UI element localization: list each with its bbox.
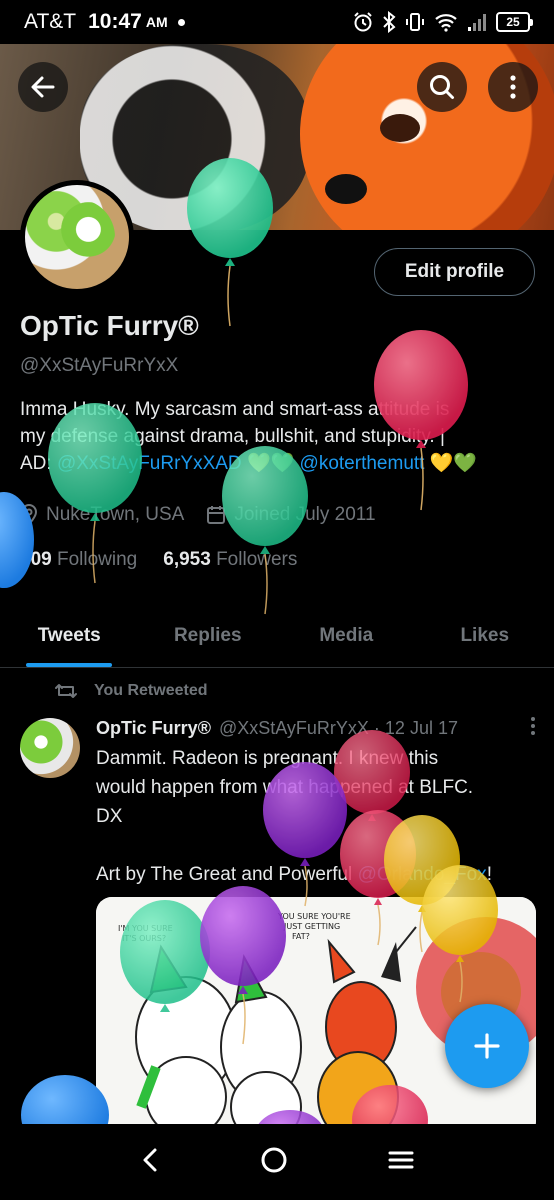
back-button[interactable]: [18, 62, 68, 112]
battery-indicator: 25: [496, 12, 533, 32]
bio-link-koter[interactable]: @koterthemutt: [300, 453, 425, 474]
nav-menu-button[interactable]: [387, 1148, 415, 1177]
tweet-avatar[interactable]: [20, 718, 80, 778]
tweet-mention-link[interactable]: @Orlando_Fox: [358, 864, 487, 885]
nav-back-button[interactable]: [139, 1146, 161, 1179]
retweet-indicator: You Retweeted: [54, 681, 208, 701]
location-item: NukeTown, USA: [20, 504, 184, 526]
banner-fox-eye: [380, 114, 420, 142]
compose-tweet-button[interactable]: [445, 1004, 529, 1088]
avatar-image: [39, 199, 115, 275]
joined-text: Joined July 2011: [234, 504, 376, 525]
bio-hearts-2: 💛💚: [429, 453, 478, 474]
tab-media[interactable]: Media: [277, 604, 416, 667]
more-options-button[interactable]: [488, 62, 538, 112]
nav-home-icon: [261, 1147, 287, 1172]
retweet-icon: [55, 684, 77, 698]
carrier-label: AT&T: [24, 10, 77, 33]
profile-bio: Imma Husky. My sarcasm and smart-ass att…: [20, 396, 540, 477]
more-vertical-icon: [510, 75, 516, 99]
arrow-left-icon: [31, 76, 55, 98]
nav-menu-icon: [388, 1151, 414, 1168]
plus-icon: [474, 1033, 500, 1059]
bio-ad-label: AD:: [20, 453, 57, 474]
follow-stats: 309 Following 6,953 Followers: [20, 549, 297, 571]
followers-count: 6,953: [163, 549, 211, 570]
more-vertical-icon: [531, 717, 535, 735]
bio-link-ad[interactable]: @XxStAyFuRrYxXAD: [57, 453, 242, 474]
notification-dot-icon: [177, 18, 185, 26]
bio-hearts-1: 💛💚: [246, 453, 295, 474]
following-label: Following: [56, 549, 138, 570]
following-link[interactable]: 309 Following: [20, 549, 137, 571]
alarm-icon: [354, 12, 372, 32]
profile-handle: @XxStAyFuRrYxX: [20, 355, 179, 376]
banner-husky-nose: [325, 174, 367, 204]
search-icon: [430, 75, 454, 99]
followers-link[interactable]: 6,953 Followers: [163, 549, 297, 571]
location-pin-icon: [20, 504, 38, 526]
tweet-header: OpTic Furry® @XxStAyFuRrYxX · 12 Jul 17: [96, 716, 536, 741]
bluetooth-icon: [383, 11, 396, 33]
nav-home-button[interactable]: [260, 1146, 288, 1179]
profile-avatar[interactable]: [20, 180, 134, 294]
status-bar: AT&T 10:47 AM 25: [0, 0, 554, 44]
retweet-label: You Retweeted: [94, 682, 208, 699]
profile-name: OpTic Furry®: [20, 310, 199, 341]
tab-likes[interactable]: Likes: [416, 604, 554, 667]
search-button[interactable]: [417, 62, 467, 112]
tab-tweets[interactable]: Tweets: [0, 604, 139, 667]
vibrate-icon: [406, 13, 424, 31]
tweet-more-button[interactable]: [530, 716, 536, 741]
joined-item: Joined July 2011: [206, 504, 376, 526]
tweet-text-end: !: [486, 864, 492, 885]
battery-level: 25: [506, 15, 520, 29]
status-icons: 25: [352, 11, 533, 33]
tweet-text: Dammit. Radeon is pregnant. I knew this …: [96, 744, 536, 889]
system-nav-bar: [0, 1124, 554, 1200]
edit-profile-button[interactable]: Edit profile: [374, 248, 535, 296]
nav-back-icon: [143, 1148, 157, 1171]
location-text: NukeTown, USA: [46, 504, 185, 525]
signal-icon: [468, 14, 486, 31]
calendar-icon: [207, 506, 226, 524]
tab-replies[interactable]: Replies: [139, 604, 278, 667]
speech-bubble-1: I'M YOU SURE IT'S OURS?: [118, 924, 173, 943]
bio-line-3: AD: @XxStAyFuRrYxXAD 💛💚 @koterthemutt 💛💚: [20, 450, 540, 477]
following-count: 309: [20, 549, 52, 570]
tweet-author-name[interactable]: OpTic Furry®: [96, 718, 211, 739]
profile-tabs: Tweets Replies Media Likes: [0, 604, 554, 668]
bio-line-1: Imma Husky. My sarcasm and smart-ass att…: [20, 399, 450, 420]
followers-label: Followers: [216, 549, 298, 570]
tweet-handle-date: @XxStAyFuRrYxX · 12 Jul 17: [218, 718, 458, 738]
wifi-icon: [435, 14, 457, 32]
profile-meta: NukeTown, USA Joined July 2011: [20, 504, 376, 526]
clock-ampm: AM: [145, 14, 168, 30]
bio-line-2: my defense against drama, bullshit, and …: [20, 426, 445, 447]
clock-time: 10:47: [88, 10, 142, 33]
